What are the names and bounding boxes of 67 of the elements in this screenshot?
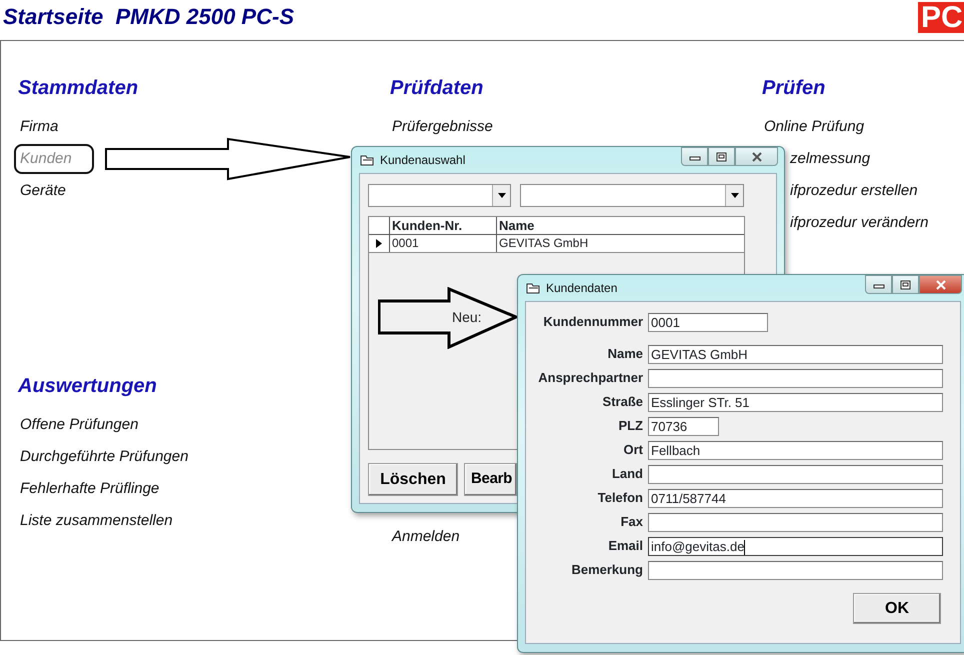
close-button[interactable] xyxy=(919,275,962,294)
section-heading: Prüfdaten xyxy=(390,76,484,101)
menu-link[interactable]: Prüfergebnisse xyxy=(386,114,499,140)
field-label: Ansprechpartner xyxy=(537,369,644,388)
maximize-icon xyxy=(900,280,911,290)
field-label: Fax xyxy=(620,513,644,532)
input-field[interactable]: 70736 xyxy=(648,416,719,436)
menu-link[interactable]: Fehlerhafte Prüflinge xyxy=(14,476,166,502)
maximize-button[interactable] xyxy=(892,275,919,294)
menu-link[interactable]: Anmelden xyxy=(386,524,466,550)
close-icon xyxy=(934,280,946,290)
menu-link[interactable]: Offene Prüfungen xyxy=(14,412,144,438)
field-label: Telefon xyxy=(596,489,644,508)
menu-link[interactable]: Firma xyxy=(14,114,64,140)
window-title: Kundendaten xyxy=(546,280,618,297)
field-label: Name xyxy=(606,345,644,364)
field-label: Land xyxy=(610,465,644,484)
field-label: Bemerkung xyxy=(570,561,644,580)
column-header: Kunden-Nr. xyxy=(390,217,497,234)
ok-button[interactable]: OK xyxy=(853,593,941,624)
menu-link[interactable]: Geräte xyxy=(14,178,72,204)
window-title: Kundenauswahl xyxy=(380,152,466,169)
field-label: Ort xyxy=(622,441,644,460)
input-field[interactable]: 0711/587744 xyxy=(648,488,943,508)
input-field[interactable] xyxy=(648,512,943,532)
section-heading: Prüfen xyxy=(762,76,826,101)
column-header: Name xyxy=(498,217,536,234)
section-heading: Stammdaten xyxy=(18,76,138,101)
dialog-button[interactable]: Bearb xyxy=(464,463,517,496)
menu-link[interactable]: Durchgeführte Prüfungen xyxy=(14,444,194,470)
caret-icon xyxy=(730,193,738,198)
table-cell: 0001 xyxy=(390,235,497,252)
field-label: PLZ xyxy=(617,417,644,436)
dialog-button[interactable]: Löschen xyxy=(368,463,458,496)
maximize-button[interactable] xyxy=(708,147,735,166)
maximize-icon xyxy=(716,152,727,162)
input-field[interactable] xyxy=(648,368,943,388)
minimize-button[interactable] xyxy=(865,275,892,294)
menu-link[interactable]: zelmessung xyxy=(784,146,876,172)
page-title: Startseite PMKD 2500 PC-S xyxy=(2,3,294,31)
menu-link[interactable]: ifprozedur verändern xyxy=(784,210,934,236)
input-field[interactable] xyxy=(648,464,943,484)
logo: PC xyxy=(918,2,964,33)
input-field[interactable]: Fellbach xyxy=(648,440,943,460)
dropdown[interactable] xyxy=(520,184,744,207)
field-label: Kundennummer xyxy=(542,313,644,332)
field-label: Email xyxy=(607,537,644,556)
caret-icon xyxy=(498,193,506,198)
close-button[interactable] xyxy=(735,147,778,166)
menu-link[interactable]: Online Prüfung xyxy=(758,114,870,140)
field-label: Straße xyxy=(602,393,644,412)
input-field[interactable]: Esslinger STr. 51 xyxy=(648,392,943,412)
menu-link[interactable]: Kunden xyxy=(14,144,94,174)
input-field[interactable]: 0001 xyxy=(648,312,768,332)
menu-link[interactable]: ifprozedur erstellen xyxy=(784,178,924,204)
dropdown[interactable] xyxy=(368,184,511,207)
input-field[interactable] xyxy=(648,560,943,580)
menu-link[interactable]: Liste zusammenstellen xyxy=(14,508,179,534)
close-icon xyxy=(750,152,762,162)
minimize-button[interactable] xyxy=(681,147,708,166)
arrow-label: Neu: xyxy=(452,308,482,327)
window-icon xyxy=(360,154,374,166)
table-cell-text: GEVITAS GmbH xyxy=(498,235,590,252)
window-icon xyxy=(526,282,540,294)
input-field[interactable]: GEVITAS GmbH xyxy=(648,344,943,364)
input-field[interactable]: info@gevitas.de xyxy=(648,536,943,556)
section-heading: Auswertungen xyxy=(18,374,157,399)
